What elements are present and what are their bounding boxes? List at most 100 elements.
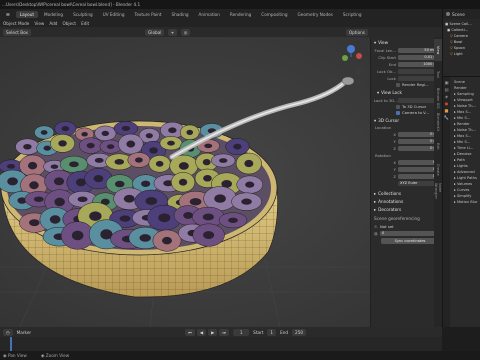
- tab-layout[interactable]: Layout: [15, 10, 39, 18]
- world-tab-icon[interactable]: ●: [445, 101, 449, 106]
- lock-to-object-field[interactable]: [398, 97, 439, 103]
- sidebar-tab-node-wrangler[interactable]: Node Wrangler: [434, 183, 442, 205]
- sidebar-tab-view[interactable]: View: [434, 39, 442, 61]
- rotation-mode-dropdown[interactable]: XYZ Euler: [398, 180, 439, 186]
- cereal-ring-hole: [158, 213, 171, 223]
- properties-editor: ▣ ▤ ◈ ● ■ 🔧 Scene Render ▸ Sampling ▸ Viewp…: [443, 77, 480, 327]
- cursor-y-field[interactable]: 0 m: [398, 138, 439, 144]
- tab-compositing[interactable]: Compositing: [257, 11, 291, 18]
- cursor-x-field[interactable]: 0 m: [398, 131, 439, 137]
- annotations-section-header[interactable]: ▸ Annotations: [374, 199, 442, 204]
- georef-section-header[interactable]: Scene georeferencing: [374, 216, 442, 221]
- outliner-item[interactable]: ▽ Light: [443, 51, 480, 57]
- tab-sculpting[interactable]: Sculpting: [69, 11, 97, 18]
- tab-modeling[interactable]: Modeling: [40, 11, 67, 18]
- cereal-ring-hole: [233, 143, 242, 150]
- view-lock-section-header[interactable]: ▾ View Lock: [377, 90, 442, 95]
- cereal-ring-hole: [94, 157, 104, 163]
- cereal-ring-hole: [61, 126, 70, 132]
- orientation-dropdown[interactable]: Global: [145, 28, 165, 36]
- current-frame-field[interactable]: 1: [233, 328, 250, 336]
- mode-menu[interactable]: Object Mode: [3, 21, 29, 26]
- status-bar: ◉ Pan View ◉ Zoom View: [0, 351, 480, 360]
- cereal-ring-hole: [54, 197, 65, 207]
- cereal-ring-hole: [168, 127, 177, 134]
- menu-edit[interactable]: Edit: [81, 21, 89, 26]
- status-hint: ◉ Zoom View: [40, 353, 70, 358]
- sync-coordinates-button[interactable]: Sync coordinates: [381, 238, 439, 244]
- cereal-ring-hole: [114, 180, 125, 188]
- play-button[interactable]: ▶: [208, 328, 218, 336]
- cereal-ring-hole: [202, 158, 211, 166]
- view-section-header[interactable]: ▾ View: [374, 40, 442, 45]
- marker-menu[interactable]: Marker: [17, 330, 31, 335]
- cereal-ring-hole: [7, 177, 18, 186]
- sidebar-tab-create[interactable]: Create: [434, 159, 442, 181]
- rot-z-field[interactable]: 0°: [398, 173, 439, 179]
- cereal-ring-hole: [29, 219, 40, 227]
- output-tab-icon[interactable]: ▤: [445, 87, 449, 92]
- end-frame-field[interactable]: 250: [292, 328, 307, 336]
- render-region-checkbox[interactable]: Render Regi...: [396, 82, 439, 87]
- cereal-ring-hole: [81, 131, 88, 137]
- jump-start-button[interactable]: ⏮: [185, 328, 195, 336]
- rot-y-field[interactable]: 0°: [398, 166, 439, 172]
- cereal-ring-hole: [219, 158, 228, 163]
- focal-length-label: Focal Len...: [374, 47, 396, 53]
- sidebar-tab-blender-gis[interactable]: Blender GIS: [434, 87, 442, 109]
- tab-geometry-nodes[interactable]: Geometry Nodes: [294, 11, 337, 18]
- lock-object-field[interactable]: [398, 75, 439, 81]
- cereal-ring-hole: [244, 159, 254, 168]
- options-dropdown[interactable]: Options: [345, 28, 368, 36]
- viewport-header: Select Box Global ⌖ ◎ Options: [0, 27, 442, 37]
- render-tab-icon[interactable]: ▣: [445, 80, 449, 85]
- snap-button[interactable]: ⌖: [168, 28, 177, 36]
- tab-uv-editing[interactable]: UV Editing: [99, 11, 129, 18]
- tab-shading[interactable]: Shading: [168, 11, 193, 18]
- menu-view[interactable]: View: [34, 21, 44, 26]
- collection-icon: ▣: [445, 22, 449, 26]
- focal-length-field[interactable]: 50 mm: [398, 47, 439, 53]
- properties-tabs: ▣ ▤ ◈ ● ■ 🔧: [443, 77, 450, 327]
- tab-scripting[interactable]: Scripting: [339, 11, 366, 18]
- scene-icon: [446, 12, 450, 16]
- 3d-cursor-section-header[interactable]: ▾ 3D Cursor: [374, 118, 442, 123]
- playhead[interactable]: [10, 337, 12, 351]
- menu-add[interactable]: Add: [49, 21, 57, 26]
- scene-selector[interactable]: Scene: [443, 9, 480, 19]
- tab-rendering[interactable]: Rendering: [226, 11, 255, 18]
- tab-texture-paint[interactable]: Texture Paint: [131, 11, 166, 18]
- cereal-ring-hole: [178, 162, 189, 170]
- mode-dropdown[interactable]: Select Box: [3, 28, 32, 36]
- properties-row[interactable]: ▸ Motion Blur: [450, 199, 480, 205]
- clip-end-field[interactable]: 1000 m: [398, 61, 439, 67]
- local-camera-field[interactable]: [398, 68, 439, 74]
- to-3d-cursor-checkbox[interactable]: To 3D Cursor: [396, 104, 439, 109]
- decorators-section-header[interactable]: ▸ Decorators: [374, 207, 442, 212]
- jump-end-button[interactable]: ⏭: [219, 328, 230, 336]
- timeline-area[interactable]: [0, 337, 442, 351]
- sidebar-tab-blenderkit[interactable]: BlenderKit: [434, 111, 442, 133]
- camera-to-view-checkbox[interactable]: Camera to V...: [396, 110, 439, 115]
- modifier-tab-icon[interactable]: 🔧: [444, 115, 449, 121]
- rot-x-field[interactable]: 0°: [398, 159, 439, 165]
- workspace-tabs: ☰ Layout Modeling Sculpting UV Editing Textu…: [0, 9, 455, 19]
- tab-file[interactable]: ☰: [2, 11, 14, 18]
- sidebar-tab-tool[interactable]: Tool: [434, 63, 442, 85]
- cereal-ring-hole: [204, 143, 213, 149]
- collections-section-header[interactable]: ▸ Collections: [374, 191, 442, 196]
- scene-tab-icon[interactable]: ◈: [445, 94, 448, 99]
- tab-animation[interactable]: Animation: [195, 11, 224, 18]
- cereal-ring-hole: [69, 161, 79, 168]
- clip-start-field[interactable]: 0.01 m: [398, 54, 439, 60]
- sidebar-tab-edit[interactable]: Edit: [434, 135, 442, 157]
- cursor-z-field[interactable]: 0 m: [398, 145, 439, 151]
- cereal-ring-hole: [77, 196, 88, 203]
- georef-value-field[interactable]: 0: [380, 230, 439, 236]
- timeline-menu[interactable]: ◷: [3, 328, 13, 336]
- start-frame-field[interactable]: 1: [267, 328, 277, 336]
- play-reverse-button[interactable]: ◀: [196, 328, 207, 336]
- menu-object[interactable]: Object: [62, 21, 76, 26]
- object-tab-icon[interactable]: ■: [445, 108, 449, 113]
- proportional-button[interactable]: ◎: [180, 28, 191, 36]
